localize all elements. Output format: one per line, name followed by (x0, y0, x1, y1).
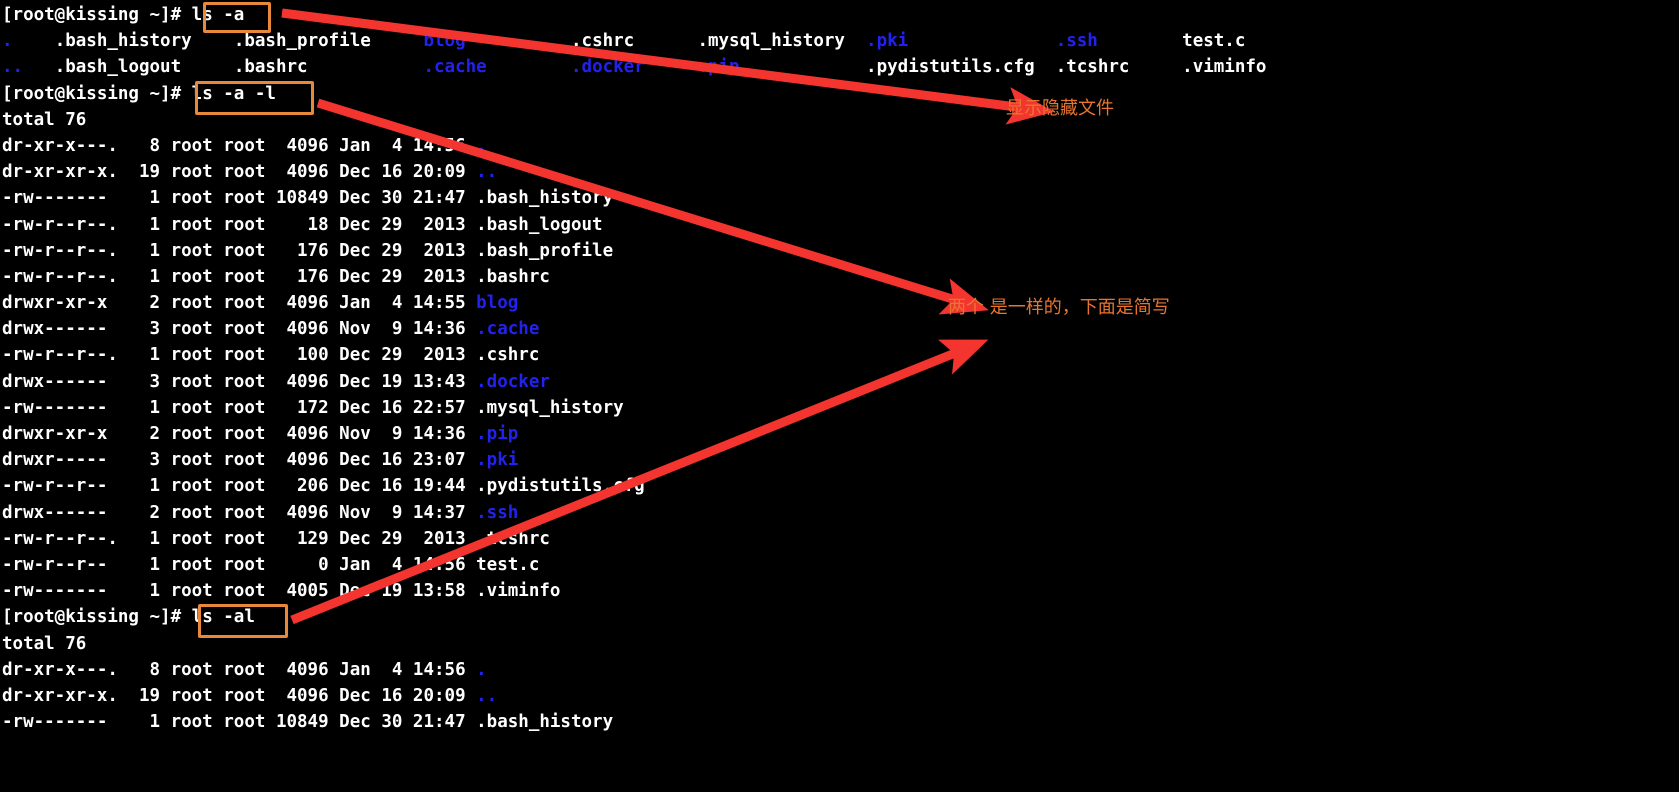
arrow-ls-al-equivalent (290, 339, 989, 625)
arrow-show-hidden-files (281, 8, 1055, 125)
annotation-show-hidden-files: 显示隐藏文件 (1006, 98, 1114, 119)
terminal-window[interactable]: [root@kissing ~]# ls -a. .bash_history .… (0, 0, 1679, 792)
annotation-same-shorthand: 两个 是一样的，下面是简写 (948, 297, 1170, 318)
arrow-ls-a-l-equivalent (316, 98, 989, 315)
annotation-arrow-overlay (281, 8, 1055, 625)
